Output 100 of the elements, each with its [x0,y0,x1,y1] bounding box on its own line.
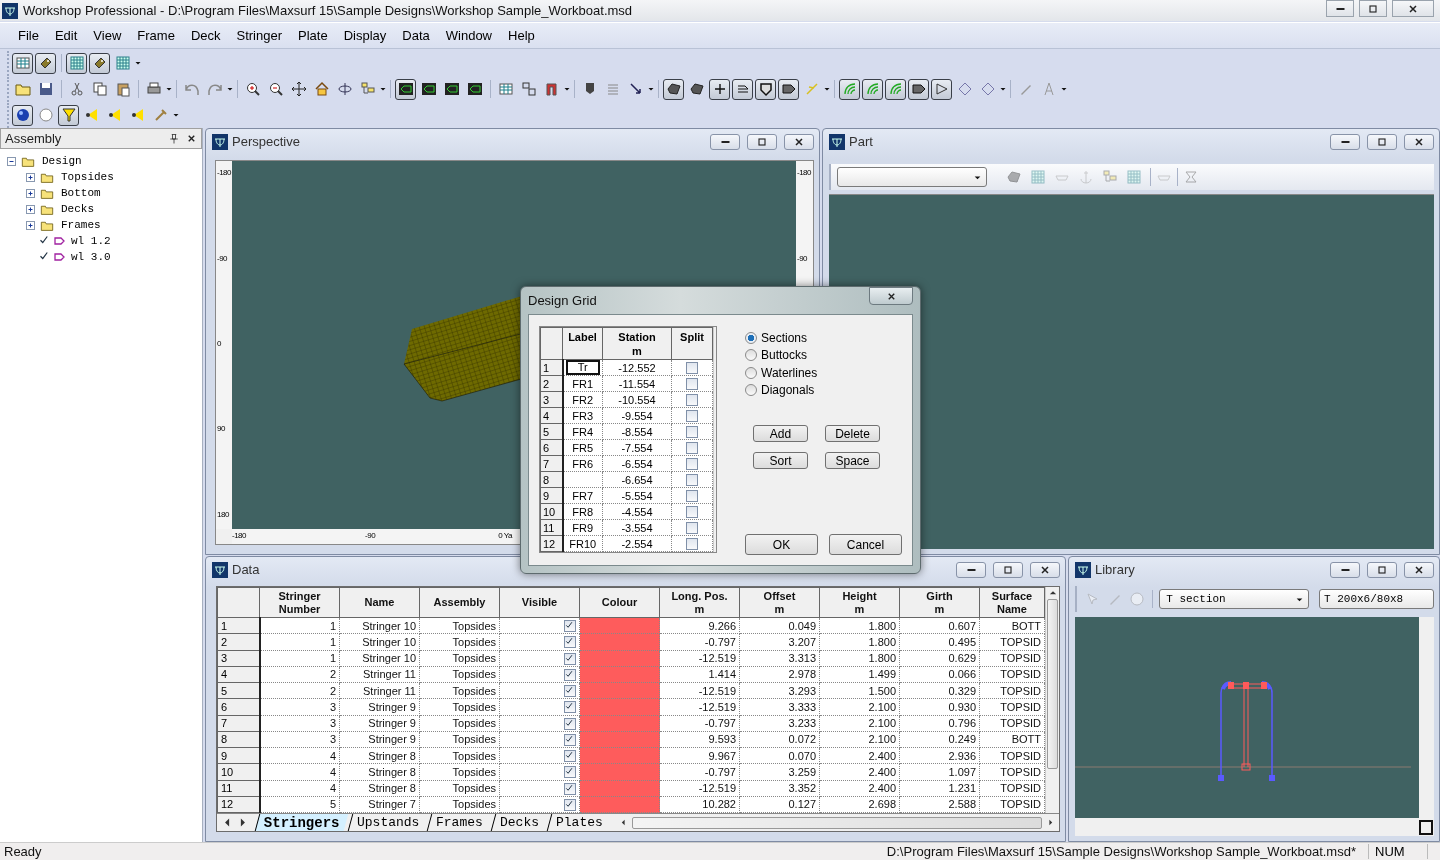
minimize-button[interactable] [1330,133,1360,150]
label-cell[interactable]: FR3 [562,407,603,424]
action-button[interactable]: Space [825,452,880,469]
minimize-button[interactable] [710,133,740,150]
minimize-button[interactable] [1330,561,1360,578]
tree-item[interactable]: Topsides [61,171,114,183]
menu-item[interactable]: File [10,26,47,45]
toolbar-button[interactable] [908,78,929,100]
visible-checkbox[interactable] [564,733,576,746]
expand-toggle[interactable] [25,219,36,231]
toolbar-button[interactable] [839,78,860,100]
tree-item[interactable]: Decks [61,203,94,215]
expand-toggle[interactable] [25,171,36,183]
visible-checkbox[interactable] [564,798,576,811]
split-checkbox[interactable] [686,506,698,519]
menu-item[interactable]: Display [335,26,395,45]
toolbar-button[interactable] [755,78,776,100]
vertical-scrollbar[interactable] [1045,587,1059,813]
split-checkbox[interactable] [686,442,698,455]
expand-toggle[interactable] [25,203,36,215]
close-button[interactable] [1404,561,1434,578]
radio-option[interactable]: Sections [745,329,902,347]
tree-item[interactable]: Frames [61,219,101,231]
column-header[interactable]: Assembly [419,587,500,618]
split-checkbox[interactable] [686,522,698,535]
column-header[interactable]: Stringer Number [259,587,340,618]
tree-item[interactable]: wl 3.0 [71,251,111,263]
toolbar-button[interactable] [663,78,684,100]
label-cell[interactable]: FR7 [562,487,603,504]
resize-grip[interactable] [1419,820,1433,835]
visible-checkbox[interactable] [564,652,576,665]
tree-item[interactable]: Bottom [61,187,101,199]
menu-item[interactable]: Plate [290,26,336,45]
tree-item[interactable]: wl 1.2 [71,235,111,247]
split-checkbox[interactable] [686,394,698,407]
column-header[interactable]: Split [671,327,713,360]
label-cell[interactable]: Tr [562,359,603,376]
visible-checkbox[interactable] [564,766,576,779]
column-header[interactable]: Offset m [739,587,820,618]
part-dropdown[interactable] [837,167,987,187]
label-cell[interactable]: FR2 [562,391,603,408]
split-checkbox[interactable] [686,474,698,487]
visible-checkbox[interactable] [564,750,576,763]
section-type-dropdown[interactable]: T section [1159,589,1310,609]
split-checkbox[interactable] [686,458,698,471]
toolbar-button[interactable] [709,78,730,100]
split-checkbox[interactable] [686,410,698,423]
visible-checkbox[interactable] [564,717,576,730]
visible-checkbox[interactable] [564,636,576,649]
dialog-button[interactable]: Cancel [829,534,902,555]
menu-item[interactable]: Stringer [228,26,291,45]
maximize-button[interactable] [993,561,1023,578]
label-cell[interactable]: FR8 [562,503,603,520]
section-size-field[interactable]: T 200x6/80x8 [1319,589,1434,609]
toolbar-button[interactable] [732,78,753,100]
column-header[interactable]: Long. Pos. m [659,587,740,618]
toolbar-button[interactable] [89,52,110,74]
column-header[interactable]: Name [339,587,420,618]
label-cell[interactable]: FR10 [562,535,603,552]
split-checkbox[interactable] [686,378,698,391]
maximize-button[interactable] [747,133,777,150]
menu-item[interactable]: Help [500,26,543,45]
label-cell[interactable]: FR4 [562,423,603,440]
sheet-tab[interactable]: Stringers [254,814,348,831]
split-checkbox[interactable] [686,490,698,503]
radio-button[interactable] [745,331,757,344]
split-checkbox[interactable] [686,426,698,439]
toolbar-button[interactable] [12,104,33,126]
tree-item[interactable]: Design [42,155,82,167]
minimize-button[interactable] [1326,0,1354,17]
toolbar-button[interactable] [931,78,952,100]
toolbar-button[interactable] [66,52,87,74]
column-header[interactable]: Height m [819,587,900,618]
minimize-button[interactable] [956,561,986,578]
column-header[interactable]: Station m [602,327,672,360]
expand-toggle[interactable] [25,187,36,199]
menu-item[interactable]: Frame [129,26,183,45]
split-checkbox[interactable] [686,538,698,551]
visible-checkbox[interactable] [564,782,576,795]
label-cell[interactable]: FR5 [562,439,603,456]
menu-item[interactable]: View [85,26,130,45]
menu-item[interactable]: Window [437,26,500,45]
close-button[interactable] [1404,133,1434,150]
restore-button[interactable] [1359,0,1387,17]
maximize-button[interactable] [1367,133,1397,150]
dialog-button[interactable]: OK [745,534,818,555]
action-button[interactable]: Delete [825,425,880,442]
radio-option[interactable]: Buttocks [745,346,902,364]
toolbar-button[interactable] [778,78,799,100]
toolbar-button[interactable] [35,52,56,74]
toolbar-button[interactable] [58,104,79,126]
column-header[interactable]: Girth m [899,587,980,618]
radio-button[interactable] [745,366,757,379]
toolbar-button[interactable] [395,78,416,100]
maximize-button[interactable] [1367,561,1397,578]
column-header[interactable]: Label [562,327,603,360]
close-button[interactable] [1030,561,1060,578]
radio-option[interactable]: Diagonals [745,381,902,399]
label-cell[interactable]: FR9 [562,519,603,536]
action-button[interactable]: Add [753,425,808,442]
